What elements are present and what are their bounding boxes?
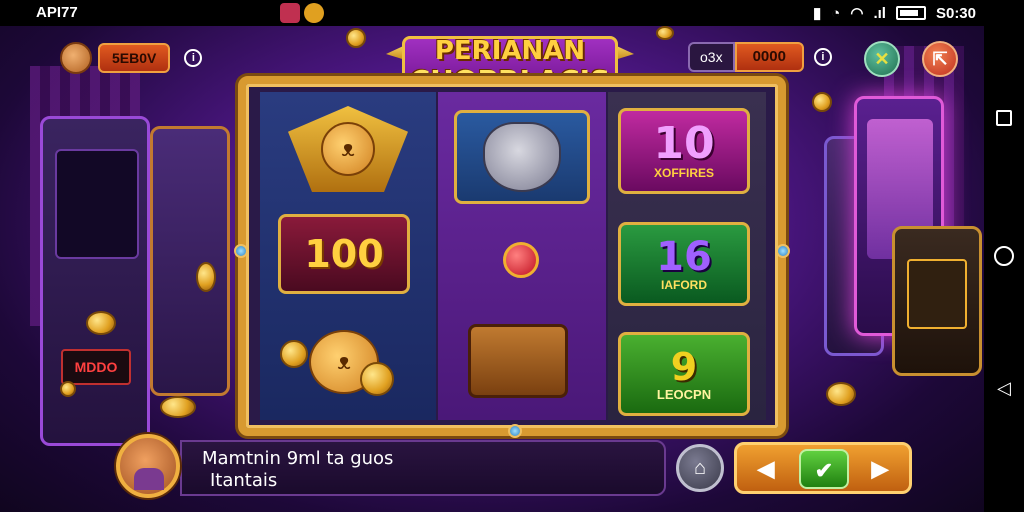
gem-icon [234,244,248,258]
bet-hud: o3x 0000 i [688,42,832,72]
notification-app-icon [280,3,300,23]
symbol-100: 100 [278,214,410,294]
coin-decor [60,381,76,397]
symbol-100-label: 100 [304,232,384,276]
status-time: S0:30 [935,4,976,22]
cherry-symbol [466,220,576,300]
previous-button[interactable]: ◀ [743,449,789,489]
vibrate-icon: ▮ [813,5,822,22]
machine-screen [55,149,139,259]
coin-decor [196,262,216,292]
status-right: ▮ ◔ ◠ .ıl S0:30 [813,4,976,23]
coin-decor [86,311,116,335]
coin-decor [346,28,366,48]
money-bag-icon [60,42,92,74]
symbol-16: 16 IAFORD [618,222,750,306]
next-button[interactable]: ▶ [857,449,903,489]
reel-1: ᴥ 100 ᴥ [260,92,436,420]
android-nav-bar: ◁ [984,26,1024,512]
notification-coin-icon [304,3,324,23]
message-line2: Itantais [210,470,278,491]
reel-3: 10 XOFFIRES 16 IAFORD 9 LEOCPN [608,92,766,420]
home-icon[interactable]: ⌂ [676,444,724,492]
slot-machine-left-2 [150,126,230,396]
coin-icon [360,362,394,396]
confirm-spin-button[interactable]: ✔ [799,449,849,489]
arcade-machine-right [892,226,982,376]
wolf-symbol [454,110,590,204]
slot-machine-left: MDDO [40,116,150,446]
coin-decor [656,26,674,40]
wrench-icon[interactable]: ✕ [864,41,900,77]
symbol-16-caption: IAFORD [661,278,707,292]
bet-label: o3x [688,42,735,72]
symbol-10-caption: XOFFIRES [653,166,714,180]
bear-coins-symbol: ᴥ [274,310,414,414]
info-icon[interactable]: i [813,48,832,66]
message-box: Mamtnin 9ml ta guos Itantais [180,440,666,496]
reel-2 [438,92,606,420]
bet-value: 0000 [734,42,804,72]
symbol-9-number: 9 [670,344,698,389]
coin-decor [160,396,196,418]
status-notification-icons [280,3,324,23]
info-icon[interactable]: i [184,49,203,67]
symbol-9-caption: LEOCPN [656,386,712,402]
symbol-10: 10 XOFFIRES [618,108,750,194]
battery-icon [895,6,926,20]
balance-hud: 5EB0V i [60,42,203,74]
gem-icon [508,424,522,438]
exit-icon[interactable]: ⇱ [922,41,958,77]
character-avatar [116,434,180,498]
arcade-screen [907,259,967,329]
coin-icon [280,340,308,368]
status-app-label: API77 [36,4,78,21]
lion-face-icon: ᴥ [321,122,375,176]
spin-controls: ◀ ✔ ▶ [734,442,912,494]
recents-button[interactable] [996,110,1012,126]
status-bar: API77 ▮ ◔ ◠ .ıl S0:30 [0,0,1024,26]
symbol-10-number: 10 [653,118,715,169]
symbol-9: 9 LEOCPN [618,332,750,416]
coin-decor [812,92,832,112]
signal-icon: .ıl [873,4,886,22]
wifi-icon: ◠ [850,5,864,22]
gem-icon [776,244,790,258]
cherry-icon [503,242,539,278]
message-line1: Mamtnin 9ml ta guos [202,448,394,469]
treasure-chest-symbol [468,324,568,398]
home-button[interactable] [994,246,1014,266]
coin-decor [826,382,856,406]
alarm-icon: ◔ [831,4,841,22]
lion-shield-symbol: ᴥ [288,106,408,192]
back-button[interactable]: ◁ [994,378,1014,398]
reel-frame: ᴥ 100 ᴥ 10 XOFFIRES 16 IAFORD 9 LEOCPN [234,76,790,438]
symbol-16-number: 16 [656,234,712,280]
title-line1: PERIANAN [434,36,586,66]
balance-display: 5EB0V [98,43,171,73]
machine-display: MDDO [61,349,131,385]
wolf-face-icon [483,122,561,192]
